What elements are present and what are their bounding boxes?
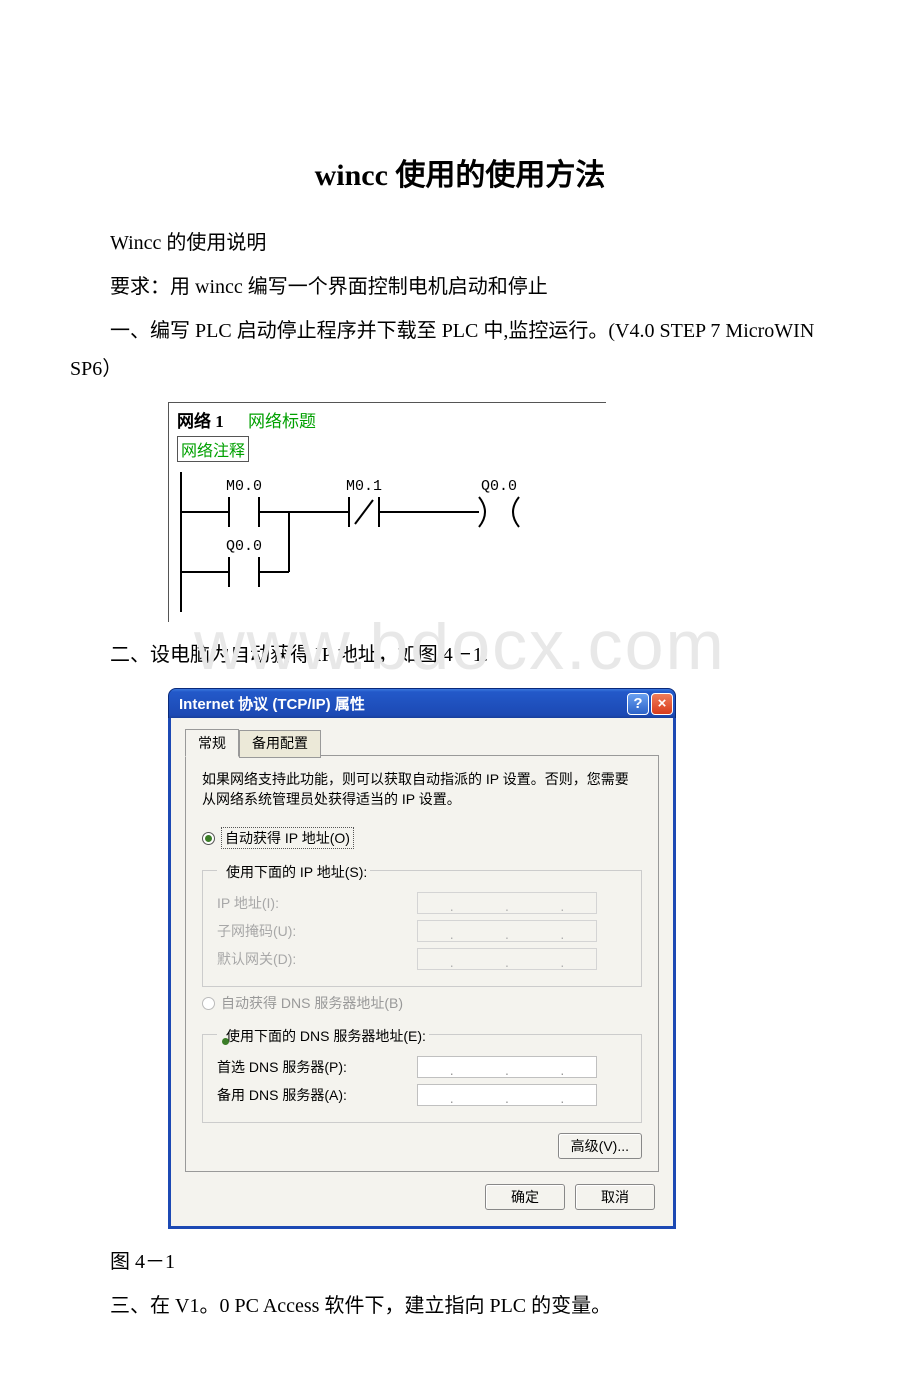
input-ip[interactable]: ... [417,892,597,914]
radio-auto-ip-label: 自动获得 IP 地址(O) [221,827,354,849]
dialog-intro: 如果网络支持此功能，则可以获取自动指派的 IP 设置。否则，您需要从网络系统管理… [202,770,642,809]
dialog-titlebar[interactable]: Internet 协议 (TCP/IP) 属性 ? × [168,688,676,718]
paragraph-step1: 一、编写 PLC 启动停止程序并下载至 PLC 中,监控运行。(V4.0 STE… [70,312,850,388]
label-alt-dns: 备用 DNS 服务器(A): [217,1085,417,1105]
label-gateway: 默认网关(D): [217,949,417,969]
ladder-title-bar: 网络 1 网络标题 [169,403,606,436]
radio-icon [202,997,215,1010]
network-number: 网络 1 [177,412,224,431]
contact-m01-label: M0.1 [346,478,382,495]
advanced-button[interactable]: 高级(V)... [558,1133,642,1159]
paragraph-step3: 三、在 V1。0 PC Access 软件下，建立指向 PLC 的变量。 [70,1287,850,1325]
radio-auto-dns[interactable]: 自动获得 DNS 服务器地址(B) [202,993,642,1013]
tab-content: 如果网络支持此功能，则可以获取自动指派的 IP 设置。否则，您需要从网络系统管理… [185,755,659,1172]
radio-auto-ip[interactable]: 自动获得 IP 地址(O) [202,827,642,849]
coil-q00-label: Q0.0 [481,478,517,495]
input-mask[interactable]: ... [417,920,597,942]
tcpip-dialog-figure: Internet 协议 (TCP/IP) 属性 ? × 常规 备用配置 如果网络… [70,688,850,1229]
network-title: 网络标题 [248,412,316,431]
figure-caption-4-1: 图 4－1 [70,1243,850,1281]
contact-m00-label: M0.0 [226,478,262,495]
title-latin: wincc [315,159,388,192]
radio-manual-ip[interactable]: 使用下面的 IP 地址(S): [217,859,370,882]
paragraph-step2: 二、设电脑为自动获得 IP 地址，如图 4－1: [70,636,850,674]
radio-manual-dns[interactable]: 使用下面的 DNS 服务器地址(E): [217,1023,429,1046]
title-cn: 使用的使用方法 [388,159,606,192]
network-comment: 网络注释 [177,436,249,462]
cancel-button[interactable]: 取消 [575,1184,655,1210]
input-alt-dns[interactable]: ... [417,1084,597,1106]
tab-alternate[interactable]: 备用配置 [239,730,321,758]
radio-icon [202,832,215,845]
paragraph-intro: Wincc 的使用说明 [70,224,850,262]
paragraph-requirement: 要求：用 wincc 编写一个界面控制电机启动和停止 [70,268,850,306]
ladder-figure: 网络 1 网络标题 网络注释 [70,402,850,622]
label-mask: 子网掩码(U): [217,921,417,941]
dialog-title: Internet 协议 (TCP/IP) 属性 [179,693,625,714]
close-icon[interactable]: × [651,693,673,715]
ladder-rung-svg: M0.0 M0.1 Q0.0 Q0.0 [169,472,607,612]
input-gateway[interactable]: ... [417,948,597,970]
radio-manual-dns-label: 使用下面的 DNS 服务器地址(E): [226,1026,426,1046]
ok-button[interactable]: 确定 [485,1184,565,1210]
label-ip: IP 地址(I): [217,893,417,913]
contact-q00-label: Q0.0 [226,538,262,555]
radio-manual-ip-label: 使用下面的 IP 地址(S): [226,862,367,882]
input-pref-dns[interactable]: ... [417,1056,597,1078]
help-icon[interactable]: ? [627,693,649,715]
radio-auto-dns-label: 自动获得 DNS 服务器地址(B) [221,993,403,1013]
label-pref-dns: 首选 DNS 服务器(P): [217,1057,417,1077]
tcpip-dialog: Internet 协议 (TCP/IP) 属性 ? × 常规 备用配置 如果网络… [168,688,676,1229]
tab-general[interactable]: 常规 [185,729,239,757]
page-title: wincc 使用的使用方法 [70,150,850,194]
